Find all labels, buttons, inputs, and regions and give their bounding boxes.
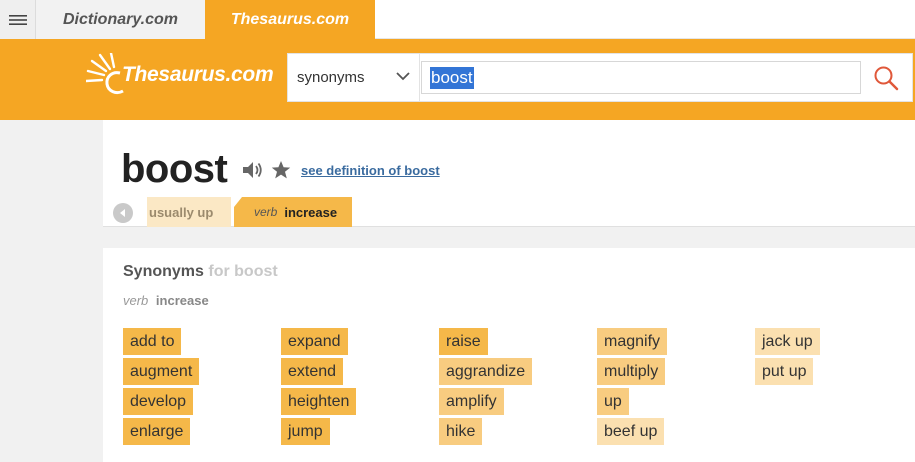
headword: boost bbox=[121, 147, 228, 191]
synonym-link[interactable]: magnify bbox=[597, 328, 668, 355]
sense-tab-increase[interactable]: verb increase bbox=[234, 197, 352, 227]
search-input[interactable] bbox=[430, 66, 474, 89]
menu-button[interactable] bbox=[0, 0, 36, 39]
synonyms-subheading: verb increase bbox=[123, 293, 209, 308]
tab-dictionary[interactable]: Dictionary.com bbox=[36, 0, 205, 39]
synonym-link[interactable]: enlarge bbox=[123, 418, 191, 445]
synonym-link[interactable]: add to bbox=[123, 328, 182, 355]
synonyms-title-for: for boost bbox=[208, 263, 278, 280]
synonyms-pos: verb bbox=[123, 293, 149, 308]
synonyms-title: Synonyms bbox=[123, 263, 204, 280]
synonym-link[interactable]: jump bbox=[281, 418, 330, 445]
synonym-link[interactable]: hike bbox=[439, 418, 483, 445]
previous-sense-button[interactable] bbox=[113, 203, 133, 223]
synonym-link[interactable]: amplify bbox=[439, 388, 504, 415]
word-card: boost see definition of boost usually up… bbox=[103, 120, 915, 227]
thesaurus-logo[interactable]: Thesaurus.com bbox=[86, 53, 276, 99]
arrow-left-icon bbox=[120, 209, 125, 217]
synonym-link[interactable]: beef up bbox=[597, 418, 665, 445]
search-button[interactable] bbox=[860, 54, 912, 101]
search-type-select[interactable]: synonyms bbox=[288, 54, 420, 101]
synonyms-heading: Synonyms for boost bbox=[123, 263, 278, 281]
synonym-link[interactable]: heighten bbox=[281, 388, 357, 415]
synonym-link[interactable]: develop bbox=[123, 388, 194, 415]
synonym-link[interactable]: jack up bbox=[755, 328, 820, 355]
search-bar: synonyms bbox=[287, 53, 913, 102]
search-icon bbox=[874, 66, 899, 90]
sense-pos: verb bbox=[254, 205, 278, 219]
synonyms-card: Synonyms for boost verb increase add to … bbox=[103, 248, 915, 462]
synonym-link[interactable]: expand bbox=[281, 328, 348, 355]
sense-word: increase bbox=[284, 204, 338, 220]
synonym-link[interactable]: raise bbox=[439, 328, 488, 355]
synonym-link[interactable]: augment bbox=[123, 358, 200, 385]
see-definition-link[interactable]: see definition of boost bbox=[301, 163, 440, 178]
synonym-link[interactable]: put up bbox=[755, 358, 814, 385]
logo-text: Thesaurus.com bbox=[122, 63, 274, 86]
chevron-down-icon bbox=[396, 72, 410, 81]
search-type-value: synonyms bbox=[297, 69, 365, 86]
hamburger-icon bbox=[8, 14, 27, 25]
star-icon[interactable] bbox=[271, 160, 291, 180]
sense-label: usually up bbox=[149, 204, 214, 220]
speaker-icon[interactable] bbox=[241, 160, 263, 180]
sense-tab-usually-up[interactable]: usually up bbox=[147, 197, 231, 227]
site-header: Thesaurus.com synonyms bbox=[0, 39, 915, 120]
synonyms-sense: increase bbox=[155, 293, 209, 308]
search-input-wrapper bbox=[421, 61, 861, 94]
synonym-link[interactable]: up bbox=[597, 388, 629, 415]
synonym-link[interactable]: extend bbox=[281, 358, 344, 385]
top-tab-bar: Dictionary.com Thesaurus.com bbox=[0, 0, 915, 39]
synonym-link[interactable]: aggrandize bbox=[439, 358, 533, 385]
synonym-link[interactable]: multiply bbox=[597, 358, 666, 385]
tab-thesaurus[interactable]: Thesaurus.com bbox=[205, 0, 375, 39]
